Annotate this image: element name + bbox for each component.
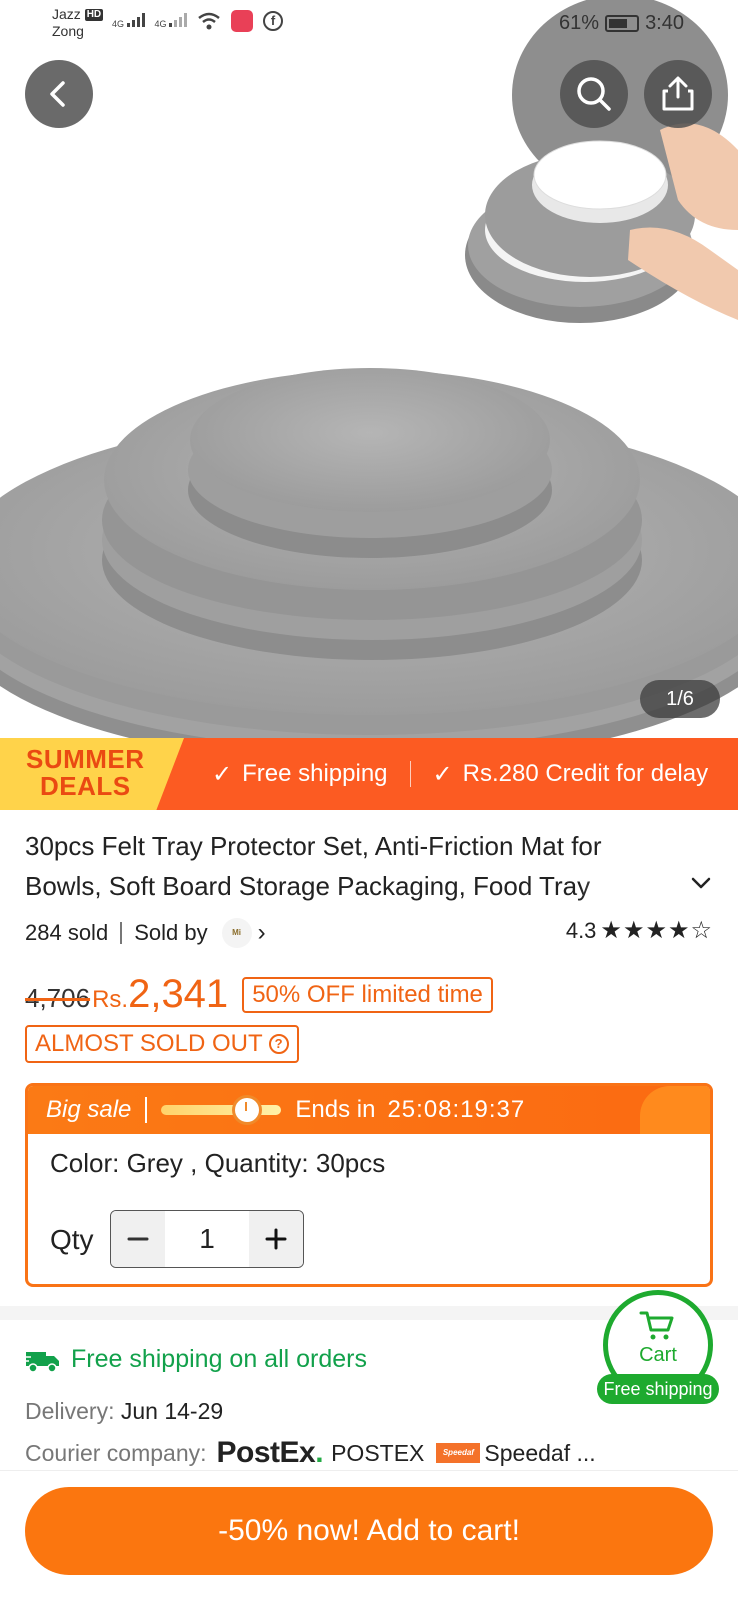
product-photo — [0, 0, 738, 738]
promo-free-shipping: Free shipping — [242, 760, 388, 787]
share-icon — [662, 76, 694, 111]
carrier-name-2: Zong — [52, 23, 84, 39]
summer-deals-text: SUMMER DEALS — [26, 746, 145, 800]
sale-panel: Big sale Ends in 25:08:19:37 Color: Grey… — [25, 1083, 713, 1287]
promo-items: ✓ Free shipping ✓ Rs.280 Credit for dela… — [212, 738, 708, 810]
truck-icon — [25, 1351, 59, 1373]
status-icons: 4G 4G f — [112, 10, 284, 32]
cart-icon — [639, 1311, 674, 1340]
original-price: 4,706 — [25, 983, 91, 1013]
add-to-cart-button[interactable]: -50% now! Add to cart! — [25, 1487, 713, 1575]
promo-divider — [409, 761, 411, 787]
sold-count: 284 sold — [25, 920, 109, 945]
quantity-stepper: 1 — [110, 1210, 304, 1268]
hd-badge: HD — [84, 9, 104, 21]
courier-row[interactable]: Courier company: PostEx. POSTEX Speedaf … — [25, 1436, 596, 1470]
courier-postex: POSTEX — [331, 1439, 425, 1466]
sold-by-label: Sold by — [134, 920, 208, 945]
share-button[interactable] — [644, 60, 712, 128]
qty-label: Qty — [50, 1224, 94, 1255]
chevron-left-icon — [50, 81, 65, 107]
courier-label: Courier company: — [25, 1439, 207, 1466]
postex-logo-text: PostEx — [216, 1436, 316, 1469]
promo-banner[interactable]: SUMMER DEALS ✓ Free shipping ✓ Rs.280 Cr… — [0, 738, 738, 810]
rating-stars-icon: ★★★★☆ — [600, 917, 713, 944]
currency-label: Rs. — [92, 986, 129, 1013]
checkmark-icon: ✓ — [432, 760, 453, 788]
battery-icon — [605, 15, 640, 32]
seller-logo[interactable]: Mi — [221, 918, 252, 948]
image-counter: 1/6 — [640, 680, 720, 718]
clock: 3:40 — [645, 12, 684, 34]
stock-badge-text: ALMOST SOLD OUT — [35, 1030, 263, 1057]
app-notification-icon — [231, 10, 254, 32]
sales-seller-row: 284 sold Sold by Mi › — [25, 918, 266, 948]
big-sale-label: Big sale — [46, 1096, 132, 1123]
sale-header: Big sale Ends in 25:08:19:37 — [28, 1086, 710, 1134]
clock-icon — [232, 1095, 263, 1125]
courier-speedaf: Speedaf ... — [484, 1439, 596, 1466]
felt-stack — [0, 368, 738, 738]
sale-decoration — [640, 1086, 710, 1134]
speedaf-logo: Speedaf — [436, 1443, 481, 1463]
status-bar: Jazz HD Zong 4G 4G f 61% 3:40 — [0, 0, 738, 50]
wifi-icon — [198, 12, 220, 30]
cart-button[interactable]: Cart Free shipping — [597, 1290, 721, 1404]
plus-icon — [265, 1228, 287, 1250]
ends-in-label: Ends in — [295, 1096, 376, 1123]
expand-title-chevron-down-icon[interactable] — [688, 870, 714, 896]
battery-percent: 61% — [559, 12, 600, 34]
signal-icon: 4G — [112, 13, 145, 29]
almost-sold-out-badge[interactable]: ALMOST SOLD OUT ? — [25, 1025, 299, 1063]
countdown-timer: 25:08:19:37 — [387, 1096, 526, 1123]
free-shipping-text: Free shipping on all orders — [71, 1345, 367, 1373]
network-type-1: 4G — [112, 19, 125, 29]
delivery-label: Delivery: — [25, 1398, 121, 1424]
bottom-bar: -50% now! Add to cart! — [0, 1470, 738, 1600]
sale-progress-bar — [161, 1095, 282, 1125]
facebook-icon: f — [263, 11, 284, 31]
postex-logo: PostEx. — [216, 1436, 324, 1469]
carrier-info: Jazz HD Zong — [52, 6, 104, 40]
cart-label: Cart — [639, 1344, 677, 1366]
badge-line-1: SUMMER — [26, 744, 145, 774]
rating-value: 4.3 — [565, 917, 597, 943]
rating[interactable]: 4.3 ★★★★☆ — [566, 916, 713, 945]
title-fade — [580, 866, 680, 906]
delivery-row: Delivery: Jun 14-29 — [25, 1398, 223, 1425]
increase-quantity-button[interactable] — [249, 1211, 303, 1267]
back-button[interactable] — [25, 60, 93, 128]
status-right: 61% 3:40 — [559, 12, 684, 35]
discount-badge: 50% OFF limited time — [242, 976, 493, 1013]
decrease-quantity-button[interactable] — [111, 1211, 165, 1267]
sale-price: 2,341 — [128, 972, 229, 1016]
signal-icon-2: 4G — [155, 13, 188, 29]
promo-delay-credit: Rs.280 Credit for delay — [462, 760, 709, 787]
price-row: 4,706 Rs. 2,341 50% OFF limited time — [25, 972, 493, 1017]
search-button[interactable] — [560, 60, 628, 128]
seller-chevron-right-icon[interactable]: › — [258, 919, 266, 947]
product-image-gallery[interactable]: 1/6 — [0, 0, 738, 738]
help-icon[interactable]: ? — [268, 1034, 289, 1054]
cart-free-shipping-badge: Free shipping — [597, 1374, 719, 1404]
sale-divider — [145, 1097, 148, 1123]
selected-variant[interactable]: Color: Grey , Quantity: 30pcs — [50, 1148, 385, 1179]
quantity-value[interactable]: 1 — [165, 1211, 249, 1267]
badge-line-2: DEALS — [39, 771, 131, 801]
carrier-name-1: Jazz — [52, 6, 81, 22]
minus-icon — [127, 1237, 149, 1241]
meta-divider — [120, 922, 123, 944]
network-type-2: 4G — [154, 19, 167, 29]
search-icon — [577, 77, 611, 111]
delivery-date: Jun 14-29 — [120, 1398, 224, 1424]
checkmark-icon: ✓ — [212, 760, 233, 788]
free-shipping-row[interactable]: Free shipping on all orders — [25, 1345, 367, 1374]
